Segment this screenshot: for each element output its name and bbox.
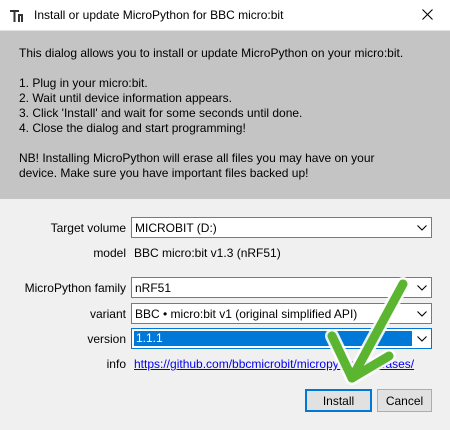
step-3-text: 3. Click 'Install' and wait for some sec… <box>19 106 303 120</box>
step-2-text: 2. Wait until device information appears… <box>19 91 232 105</box>
target-volume-dropdown[interactable]: MICROBIT (D:) <box>131 217 432 238</box>
variant-label: variant <box>89 307 126 321</box>
chevron-down-icon[interactable] <box>413 304 431 323</box>
cancel-button-label: Cancel <box>385 393 424 408</box>
install-button-label: Install <box>322 393 355 408</box>
warning-text-line-1: NB! Installing MicroPython will erase al… <box>19 151 375 165</box>
target-volume-value: MICROBIT (D:) <box>135 221 217 235</box>
window-title: Install or update MicroPython for BBC mi… <box>34 8 284 22</box>
family-value: nRF51 <box>135 281 172 295</box>
version-dropdown[interactable]: 1.1.1 <box>131 328 432 349</box>
variant-dropdown[interactable]: BBC • micro:bit v1 (original simplified … <box>131 303 432 324</box>
instructions-panel: This dialog allows you to install or upd… <box>0 31 450 199</box>
install-form: Target volume MICROBIT (D:) model BBC mi… <box>0 199 450 430</box>
variant-value: BBC • micro:bit v1 (original simplified … <box>135 307 358 321</box>
close-button[interactable] <box>404 0 450 31</box>
info-label: info <box>106 357 126 371</box>
chevron-down-icon[interactable] <box>413 278 431 297</box>
thonny-app-icon <box>9 8 25 24</box>
install-button[interactable]: Install <box>305 389 372 412</box>
micropython-family-label: MicroPython family <box>24 281 126 295</box>
warning-text-line-2: device. Make sure you have important fil… <box>19 166 309 180</box>
target-volume-label: Target volume <box>50 221 126 235</box>
cancel-button[interactable]: Cancel <box>377 389 432 412</box>
step-1-text: 1. Plug in your micro:bit. <box>19 76 148 90</box>
version-value: 1.1.1 <box>136 331 163 345</box>
intro-text: This dialog allows you to install or upd… <box>19 46 404 60</box>
model-label: model <box>93 246 126 260</box>
releases-link[interactable]: https://github.com/bbcmicrobit/micropyth… <box>134 357 414 371</box>
step-4-text: 4. Close the dialog and start programmin… <box>19 121 246 135</box>
chevron-down-icon[interactable] <box>413 329 431 348</box>
micropython-family-dropdown[interactable]: nRF51 <box>131 277 432 298</box>
close-icon <box>421 8 433 23</box>
chevron-down-icon[interactable] <box>413 218 431 237</box>
model-value: BBC micro:bit v1.3 (nRF51) <box>134 246 281 260</box>
version-label: version <box>87 332 126 346</box>
title-bar: Install or update MicroPython for BBC mi… <box>0 0 450 31</box>
